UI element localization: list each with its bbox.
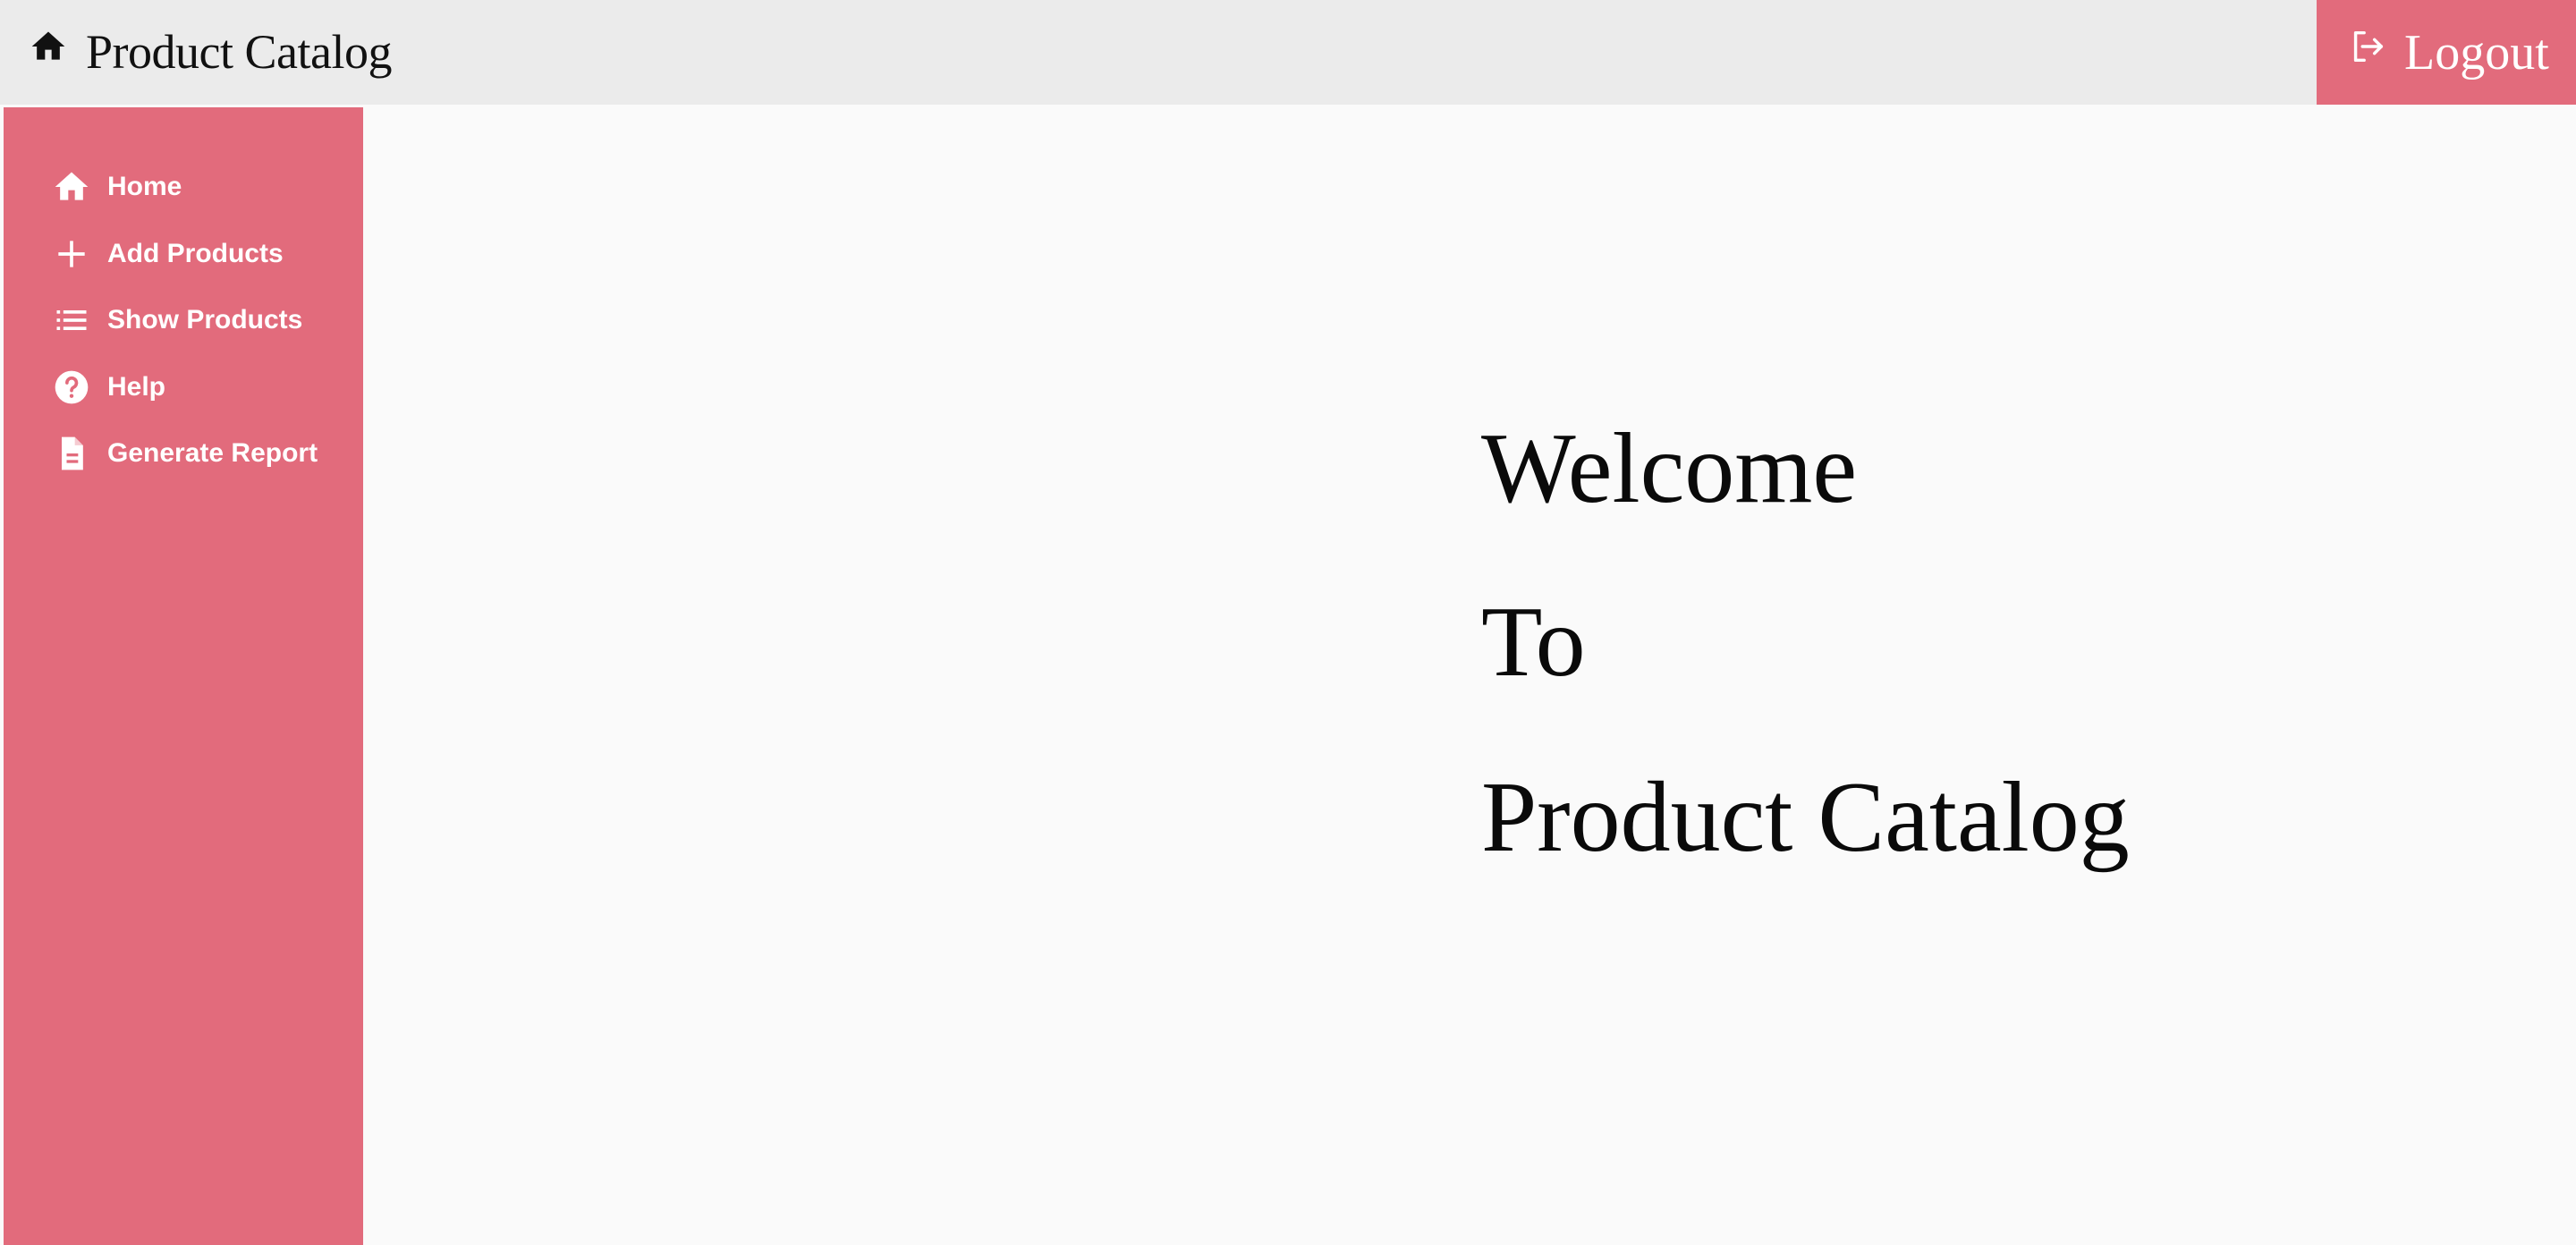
help-icon <box>55 370 89 404</box>
sidebar-item-label: Show Products <box>107 305 303 335</box>
sidebar-item-generate-report[interactable]: Generate Report <box>4 426 363 481</box>
app-title: Product Catalog <box>86 25 392 79</box>
logout-button[interactable]: Logout <box>2317 0 2576 105</box>
main-content: Welcome To Product Catalog <box>363 107 2576 1245</box>
logout-label: Logout <box>2404 24 2549 80</box>
list-icon <box>56 310 87 330</box>
brand[interactable]: Product Catalog <box>29 23 392 80</box>
logout-icon <box>2353 30 2384 62</box>
welcome-line-3: Product Catalog <box>1481 762 2130 873</box>
sidebar-item-show-products[interactable]: Show Products <box>4 292 363 348</box>
home-icon <box>31 31 65 60</box>
welcome-line-1: Welcome <box>1481 413 1858 524</box>
sidebar-item-label: Help <box>107 372 166 402</box>
plus-icon <box>58 241 85 267</box>
sidebar-item-label: Home <box>107 172 182 201</box>
welcome-line-2: To <box>1481 587 1586 698</box>
sidebar-item-label: Add Products <box>107 239 284 268</box>
sidebar: Home Add Products Show Products Help Gen… <box>4 107 363 1245</box>
sidebar-item-help[interactable]: Help <box>4 360 363 415</box>
document-icon <box>62 436 83 470</box>
sidebar-item-add-products[interactable]: Add Products <box>4 226 363 282</box>
home-icon <box>55 172 89 200</box>
sidebar-item-home[interactable]: Home <box>4 159 363 215</box>
sidebar-item-label: Generate Report <box>107 438 318 468</box>
top-bar: Product Catalog Logout <box>0 0 2576 105</box>
